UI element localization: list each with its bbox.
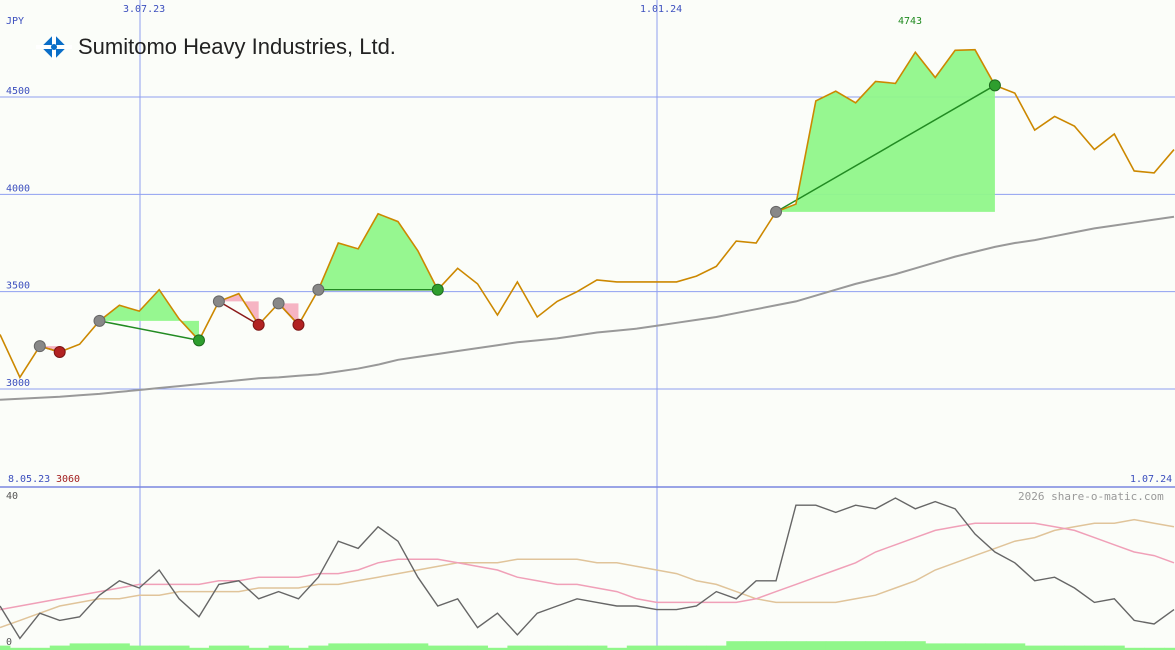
volume-bar [1024, 645, 1046, 650]
gain-area [99, 289, 199, 341]
volume-bar [388, 643, 409, 650]
volume-bar [1104, 645, 1125, 650]
volume-bar [646, 645, 668, 650]
volume-bar [109, 643, 130, 650]
entry-marker [33, 340, 46, 353]
volume-bar [149, 645, 170, 650]
volume-bar [925, 643, 946, 650]
volume-bar [208, 645, 230, 650]
currency-label: JPY [6, 16, 25, 27]
exit-marker [988, 79, 1001, 92]
volume-bar [407, 643, 429, 650]
volume-bar [268, 645, 290, 650]
volume-bar [666, 645, 687, 650]
oscillator-average-line [0, 522, 1175, 611]
volume-bar [567, 645, 588, 650]
volume-bar [865, 641, 886, 650]
x-tick-label: 3.07.23 [123, 4, 165, 15]
end-date-label: 1.07.24 [1130, 474, 1173, 485]
volume-bar [965, 643, 986, 650]
high-price-label: 4743 [898, 16, 923, 27]
volume-bar [587, 645, 608, 650]
exit-marker [53, 346, 66, 359]
volume-bar [89, 643, 110, 650]
entry-marker [93, 314, 106, 327]
gain-area [318, 213, 438, 290]
volume-bar [308, 645, 329, 650]
entry-marker [212, 295, 225, 308]
exit-marker [292, 318, 305, 331]
y-tick-label: 3000 [6, 378, 30, 389]
volume-bar [328, 643, 349, 650]
volume-bar [945, 643, 966, 650]
gain-area [776, 49, 995, 212]
copyright-label: 2026 share-o-matic.com [1018, 490, 1164, 503]
volume-bar [129, 645, 150, 650]
entry-marker [272, 297, 285, 310]
volume-bar [169, 645, 190, 650]
volume-bar [447, 645, 469, 650]
volume-bar [1064, 645, 1085, 650]
volume-bar [228, 645, 250, 650]
volume-bar [507, 645, 528, 650]
volume-bar [686, 645, 707, 650]
volume-bar [49, 645, 71, 650]
volume-bar [69, 643, 91, 650]
start-date-label: 8.05.23 [8, 474, 51, 485]
stock-chart: 3000 3500 4000 4500 3.07.23 1.01.24 [0, 0, 1175, 650]
volume-bar [766, 641, 787, 650]
volume-bar [746, 641, 767, 650]
volume-bar [368, 643, 389, 650]
exit-marker [431, 283, 444, 296]
osc-bottom-label: 0 [6, 637, 13, 648]
osc-top-label: 40 [6, 491, 19, 502]
exit-marker [192, 334, 205, 347]
volume-bar [427, 645, 449, 650]
volume-bar [467, 645, 489, 650]
oscillator-slow-line [0, 518, 1175, 629]
volume-bar [547, 645, 568, 650]
company-header: Sumitomo Heavy Industries, Ltd. [36, 34, 396, 60]
company-logo-icon [36, 34, 72, 60]
y-tick-label: 4000 [6, 183, 30, 194]
volume-bar [805, 641, 827, 650]
entry-marker [770, 205, 783, 218]
chart-container: 3000 3500 4000 4500 3.07.23 1.01.24 Sumitomo … [0, 0, 1175, 650]
volume-bar [785, 641, 807, 650]
volume-bar [348, 643, 369, 650]
volume-bar [626, 645, 648, 650]
volume-bar [527, 645, 548, 650]
volume-bar [1044, 645, 1066, 650]
volume-bar [1004, 643, 1026, 650]
y-tick-label: 3500 [6, 281, 30, 292]
entry-marker [312, 283, 325, 296]
volume-bar [706, 645, 727, 650]
volume-bar [825, 641, 847, 650]
price-line [0, 48, 1175, 379]
volume-bar [885, 641, 906, 650]
exit-marker [252, 318, 265, 331]
volume-bar [726, 641, 747, 650]
oscillator-line [0, 497, 1175, 640]
y-tick-label: 4500 [6, 86, 30, 97]
volume-bar [905, 641, 926, 650]
x-tick-label: 1.01.24 [640, 4, 682, 15]
company-name: Sumitomo Heavy Industries, Ltd. [78, 34, 396, 59]
volume-bar [845, 641, 867, 650]
volume-bar [984, 643, 1006, 650]
volume-bar [1084, 645, 1105, 650]
low-price-label: 3060 [56, 474, 81, 485]
moving-average-line [0, 215, 1175, 401]
